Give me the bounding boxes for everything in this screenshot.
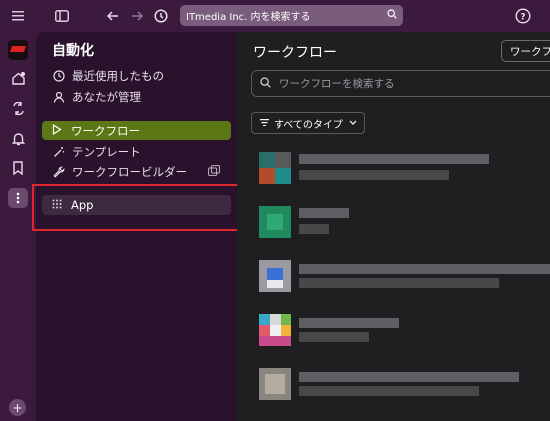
add-icon[interactable]: + [9, 399, 26, 416]
blurred-title [299, 264, 550, 274]
blurred-subtitle [299, 170, 449, 180]
highlight-annotation-box [32, 184, 251, 231]
sidebar-item-label: 最近使用したもの [72, 69, 164, 83]
menu-icon[interactable] [8, 6, 28, 26]
sidebar-item-templates[interactable]: テンプレート [52, 143, 141, 161]
sidebar-item-label: ワークフロー [71, 123, 140, 138]
back-arrow-icon[interactable] [103, 6, 123, 26]
workflow-thumbnail [259, 314, 291, 346]
global-search-input[interactable]: ITmedia Inc. 内を検索する [180, 5, 403, 26]
magic-wand-icon [52, 145, 66, 159]
sidebar-item-workflows[interactable]: ワークフロー [42, 121, 231, 140]
sidebar-item-recent[interactable]: 最近使用したもの [52, 67, 164, 85]
workspace-logo[interactable] [8, 40, 28, 60]
bookmark-icon[interactable] [8, 158, 28, 178]
blurred-title [299, 372, 519, 382]
type-filter-label: すべてのタイプ [274, 119, 343, 131]
workflow-search-input[interactable]: ワークフローを検索する [251, 70, 550, 97]
chevron-down-icon [349, 118, 357, 128]
sidebar-toggle-icon[interactable] [52, 6, 72, 26]
search-icon [260, 76, 271, 91]
sidebar-item-label: あなたが管理 [72, 90, 141, 104]
threads-icon[interactable] [8, 98, 28, 118]
sidebar-item-workflow-builder[interactable]: ワークフロービルダー [52, 163, 187, 181]
workflow-thumbnail [259, 260, 291, 292]
filter-icon [260, 118, 269, 129]
wrench-icon [52, 165, 66, 179]
workflow-list-item[interactable] [257, 206, 550, 240]
activity-bell-icon[interactable] [8, 128, 28, 148]
more-icon[interactable] [8, 188, 28, 208]
blurred-subtitle [299, 224, 329, 234]
type-filter-dropdown[interactable]: すべてのタイプ [251, 112, 365, 134]
home-icon[interactable] [8, 68, 28, 88]
search-icon [387, 9, 397, 22]
global-search-placeholder: ITmedia Inc. 内を検索する [186, 12, 311, 23]
sidebar-item-label: テンプレート [72, 145, 141, 159]
top-bar: ITmedia Inc. 内を検索する ? [0, 0, 550, 32]
blurred-title [299, 318, 399, 328]
sidebar-item-label: ワークフロービルダー [72, 165, 187, 179]
blurred-subtitle [299, 386, 479, 396]
new-workflow-button[interactable]: ワークフ [501, 40, 550, 62]
blurred-subtitle [299, 278, 499, 288]
workspace-rail: + [0, 32, 36, 421]
workflow-search-placeholder: ワークフローを検索する [279, 78, 395, 90]
blurred-title [299, 154, 489, 164]
sidebar-title: 自動化 [52, 43, 94, 59]
svg-text:?: ? [520, 13, 525, 23]
external-link-icon[interactable] [208, 165, 220, 179]
sidebar-item-managed[interactable]: あなたが管理 [52, 88, 141, 106]
workflow-list-item[interactable] [257, 152, 550, 186]
forward-arrow-icon[interactable] [127, 6, 147, 26]
workflow-list-item[interactable] [257, 314, 550, 348]
workflow-thumbnail [259, 206, 291, 238]
workflow-list-item[interactable] [257, 368, 550, 402]
workflow-thumbnail [259, 368, 291, 400]
history-icon[interactable] [151, 6, 171, 26]
workflows-main: ワークフロー ワークフ ワークフローを検索する すべてのタイプ [237, 32, 550, 421]
workflow-thumbnail [259, 152, 291, 184]
play-icon [52, 123, 66, 138]
person-icon [52, 90, 66, 104]
workflow-list-item[interactable] [257, 260, 550, 294]
blurred-title [299, 208, 349, 218]
clock-icon [52, 69, 66, 83]
help-icon[interactable]: ? [513, 6, 533, 26]
page-title: ワークフロー [253, 45, 337, 61]
blurred-subtitle [299, 332, 369, 342]
